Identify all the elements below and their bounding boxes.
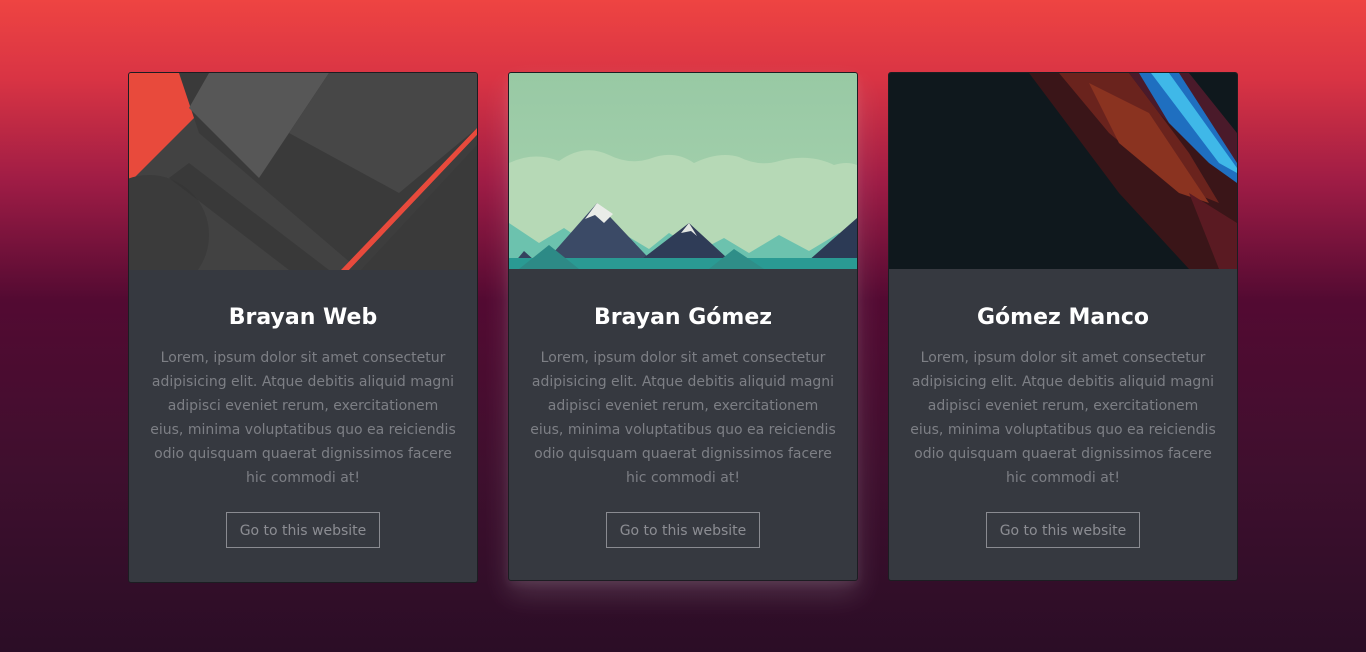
card-description: Lorem, ipsum dolor sit amet consectetur …: [530, 350, 836, 486]
card-title: Gómez Manco: [976, 305, 1150, 330]
card-gomez-manco: Gómez Manco Lorem, ipsum dolor sit amet …: [888, 72, 1238, 581]
mountain-landscape-image: [509, 73, 857, 270]
card-brayan-gomez: Brayan Gómez Lorem, ipsum dolor sit amet…: [508, 72, 858, 581]
go-to-website-button[interactable]: Go to this website: [985, 512, 1141, 548]
dark-abstract-image: [889, 73, 1237, 270]
card-title: Brayan Web: [228, 305, 378, 330]
material-geometric-image: [129, 73, 477, 270]
card-description: Lorem, ipsum dolor sit amet consectetur …: [150, 350, 456, 486]
card-description: Lorem, ipsum dolor sit amet consectetur …: [910, 350, 1216, 486]
go-to-website-button[interactable]: Go to this website: [225, 512, 381, 548]
go-to-website-button[interactable]: Go to this website: [605, 512, 761, 548]
card-brayan-web: Brayan Web Lorem, ipsum dolor sit amet c…: [128, 72, 478, 583]
card-title: Brayan Gómez: [593, 305, 773, 330]
